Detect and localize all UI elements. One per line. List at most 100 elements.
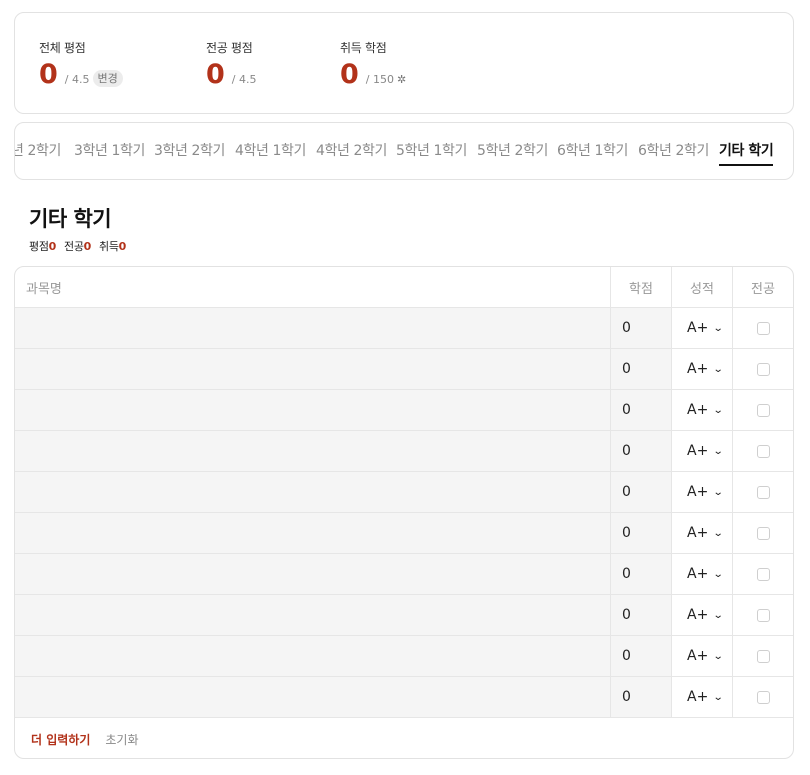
grade-select[interactable]: A+ ⌄ xyxy=(672,320,732,336)
course-name-input[interactable] xyxy=(15,513,611,553)
major-cell xyxy=(733,390,793,430)
chevron-down-icon: ⌄ xyxy=(713,445,724,457)
course-name-input[interactable] xyxy=(15,677,611,717)
semester-earned-stat: 취득0 xyxy=(99,238,126,254)
credit-input[interactable]: 0 xyxy=(611,308,672,348)
course-name-input[interactable] xyxy=(15,390,611,430)
grade-value: A+ xyxy=(687,648,709,664)
major-checkbox[interactable] xyxy=(756,526,770,540)
tab-6-2[interactable]: 6학년 2학기 xyxy=(638,141,709,161)
tab-3-1[interactable]: 3학년 1학기 xyxy=(74,141,145,161)
grade-select[interactable]: A+ ⌄ xyxy=(672,689,732,705)
semester-gpa-stat: 평점0 xyxy=(29,238,56,254)
table-row: 0 A+ ⌄ xyxy=(15,431,793,472)
tab-5-1[interactable]: 5학년 1학기 xyxy=(396,141,467,161)
course-name-input[interactable] xyxy=(15,349,611,389)
courses-table: 과목명 학점 성적 전공 0 A+ ⌄ 0 A+ ⌄ 0 A+ ⌄ 0 A+ ⌄ 0 A+ ⌄ 0 A+ ⌄ 0 A+… xyxy=(14,266,794,759)
grade-value: A+ xyxy=(687,320,709,336)
course-name-input[interactable] xyxy=(15,472,611,512)
reset-button[interactable]: 초기화 xyxy=(105,731,138,748)
add-more-button[interactable]: 더 입력하기 xyxy=(31,731,90,748)
chevron-down-icon: ⌄ xyxy=(713,527,724,539)
major-checkbox[interactable] xyxy=(756,690,770,704)
tab-4-2[interactable]: 4학년 2학기 xyxy=(316,141,387,161)
tab-6-1[interactable]: 6학년 1학기 xyxy=(557,141,628,161)
semester-gpa-value: 0 xyxy=(48,240,57,253)
table-row: 0 A+ ⌄ xyxy=(15,595,793,636)
credit-input[interactable]: 0 xyxy=(611,472,672,512)
gear-icon[interactable]: ✲ xyxy=(397,73,406,86)
major-checkbox[interactable] xyxy=(756,362,770,376)
major-cell xyxy=(733,677,793,717)
major-cell xyxy=(733,636,793,676)
semester-tabs: 년 2학기 3학년 1학기 3학년 2학기 4학년 1학기 4학년 2학기 5학… xyxy=(14,122,794,180)
grade-cell: A+ ⌄ xyxy=(672,595,733,635)
earned-credits-max: / 150 xyxy=(365,73,394,86)
table-row: 0 A+ ⌄ xyxy=(15,554,793,595)
chevron-down-icon: ⌄ xyxy=(713,363,724,375)
credit-input[interactable]: 0 xyxy=(611,554,672,594)
tab-2-2[interactable]: 년 2학기 xyxy=(15,141,61,161)
tab-5-2[interactable]: 5학년 2학기 xyxy=(477,141,548,161)
chevron-down-icon: ⌄ xyxy=(713,691,724,703)
grade-cell: A+ ⌄ xyxy=(672,513,733,553)
course-name-input[interactable] xyxy=(15,636,611,676)
grade-value: A+ xyxy=(687,402,709,418)
grade-value: A+ xyxy=(687,443,709,459)
grade-select[interactable]: A+ ⌄ xyxy=(672,402,732,418)
course-name-input[interactable] xyxy=(15,431,611,471)
course-name-input[interactable] xyxy=(15,595,611,635)
semester-earned-label: 취득 xyxy=(99,240,119,253)
tab-other[interactable]: 기타 학기 xyxy=(719,141,774,166)
credit-input[interactable]: 0 xyxy=(611,349,672,389)
grade-select[interactable]: A+ ⌄ xyxy=(672,566,732,582)
chevron-down-icon: ⌄ xyxy=(713,486,724,498)
header-grade: 성적 xyxy=(672,267,733,307)
change-scale-button[interactable]: 변경 xyxy=(92,70,123,87)
grade-cell: A+ ⌄ xyxy=(672,390,733,430)
major-checkbox[interactable] xyxy=(756,649,770,663)
course-name-input[interactable] xyxy=(15,554,611,594)
major-cell xyxy=(733,349,793,389)
table-actions: 더 입력하기 초기화 xyxy=(31,731,139,748)
tab-3-2[interactable]: 3학년 2학기 xyxy=(154,141,225,161)
major-checkbox[interactable] xyxy=(756,321,770,335)
table-row: 0 A+ ⌄ xyxy=(15,472,793,513)
grade-select[interactable]: A+ ⌄ xyxy=(672,648,732,664)
major-checkbox[interactable] xyxy=(756,485,770,499)
major-checkbox[interactable] xyxy=(756,567,770,581)
grade-cell: A+ ⌄ xyxy=(672,349,733,389)
grade-cell: A+ ⌄ xyxy=(672,431,733,471)
grade-select[interactable]: A+ ⌄ xyxy=(672,361,732,377)
grade-select[interactable]: A+ ⌄ xyxy=(672,443,732,459)
semester-gpa-label: 평점 xyxy=(29,240,49,253)
credit-input[interactable]: 0 xyxy=(611,677,672,717)
header-major: 전공 xyxy=(751,281,775,297)
semester-earned-value: 0 xyxy=(118,240,127,253)
major-cell xyxy=(733,431,793,471)
grade-select[interactable]: A+ ⌄ xyxy=(672,484,732,500)
grade-cell: A+ ⌄ xyxy=(672,472,733,512)
credit-input[interactable]: 0 xyxy=(611,595,672,635)
gpa-summary-card: 전체 평점 0 / 4.5 변경 전공 평점 0 / 4.5 취득 학점 0 /… xyxy=(14,12,794,114)
header-credit: 학점 xyxy=(611,267,672,307)
credit-input[interactable]: 0 xyxy=(611,390,672,430)
grade-value: A+ xyxy=(687,607,709,623)
grade-select[interactable]: A+ ⌄ xyxy=(672,525,732,541)
table-row: 0 A+ ⌄ xyxy=(15,636,793,677)
major-gpa-value: 0 xyxy=(206,59,225,90)
major-checkbox[interactable] xyxy=(756,444,770,458)
course-name-input[interactable] xyxy=(15,308,611,348)
table-row: 0 A+ ⌄ xyxy=(15,513,793,554)
major-checkbox[interactable] xyxy=(756,403,770,417)
grade-select[interactable]: A+ ⌄ xyxy=(672,607,732,623)
grade-cell: A+ ⌄ xyxy=(672,554,733,594)
major-cell xyxy=(733,308,793,348)
tab-4-1[interactable]: 4학년 1학기 xyxy=(235,141,306,161)
credit-input[interactable]: 0 xyxy=(611,636,672,676)
credit-input[interactable]: 0 xyxy=(611,431,672,471)
credit-input[interactable]: 0 xyxy=(611,513,672,553)
earned-credits-stat: 취득 학점 0 / 150 ✲ xyxy=(340,39,406,90)
grade-value: A+ xyxy=(687,484,709,500)
major-checkbox[interactable] xyxy=(756,608,770,622)
